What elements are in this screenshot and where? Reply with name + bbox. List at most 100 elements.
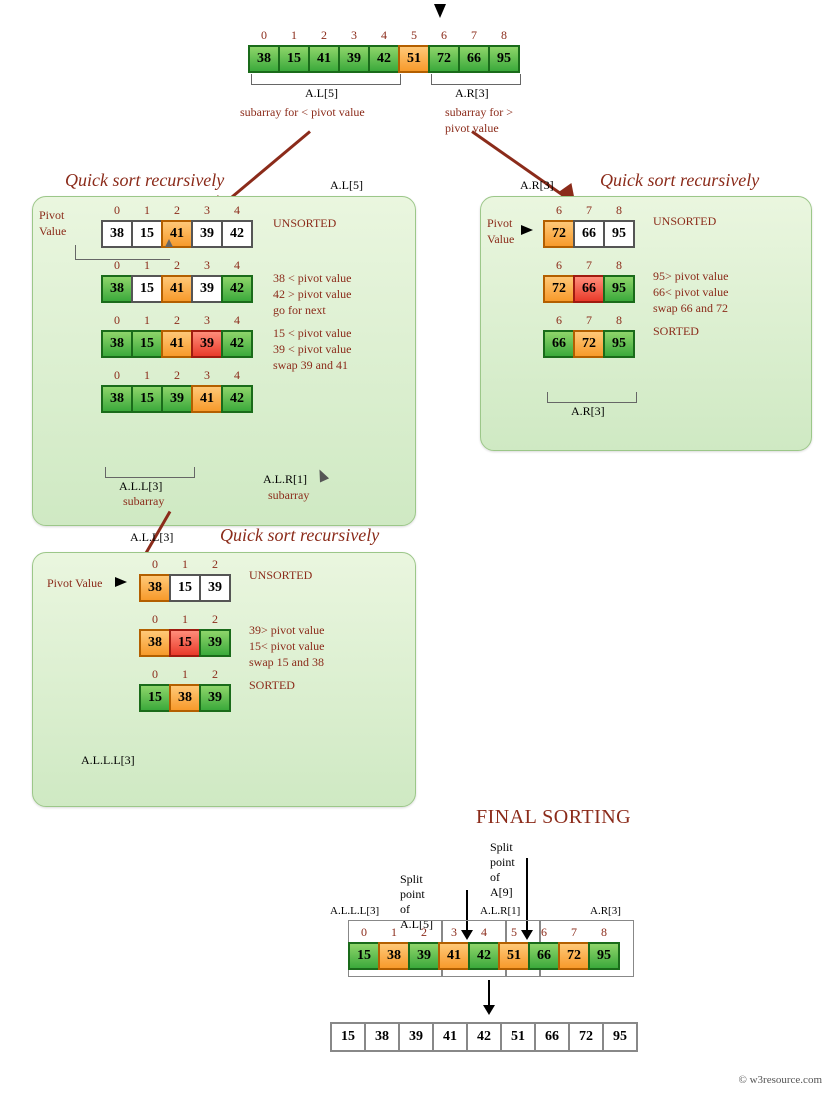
- top-cells: 381541394251726695: [250, 45, 520, 73]
- array-cell: 51: [500, 1022, 536, 1052]
- top-right-bracket-label: A.R[3]: [455, 86, 489, 101]
- array-cell: 42: [221, 385, 253, 413]
- panelLL-bottom: A.L.L.L[3]: [81, 753, 135, 768]
- array-cell: 95: [603, 220, 635, 248]
- panelL-bottom-right: A.L.R[1]: [263, 472, 307, 487]
- final-grpL: A.L.L.L[3]: [330, 905, 379, 917]
- array-cell: 51: [498, 942, 530, 970]
- array-cell: 15: [330, 1022, 366, 1052]
- array-cell: 95: [603, 275, 635, 303]
- array-cell: 42: [468, 942, 500, 970]
- top-indices: 012345678: [250, 28, 520, 43]
- panelL-bottom-right-arrow: [315, 467, 329, 482]
- array-cell: 15: [278, 45, 310, 73]
- final-grpR: A.R[3]: [590, 905, 621, 917]
- top-left-note: subarray for < pivot value: [240, 104, 365, 120]
- panelL-rows: 01234 3815413942 UNSORTED 01234 38154139…: [103, 203, 253, 423]
- array-cell: 41: [161, 330, 193, 358]
- array-cell: 39: [191, 220, 223, 248]
- array-cell: 39: [199, 684, 231, 712]
- panelR-bottom: A.R[3]: [571, 404, 605, 419]
- panelLL-header-label: A.L.L[3]: [130, 530, 173, 545]
- array-cell: 42: [368, 45, 400, 73]
- final-title: FINAL SORTING: [476, 806, 631, 829]
- panel-right: Pivot Value 678 726695 UNSORTED 678 7266…: [480, 196, 812, 451]
- array-cell: 42: [221, 220, 253, 248]
- array-cell: 66: [528, 942, 560, 970]
- pivot-arrow-LL-icon: [115, 577, 127, 587]
- panel-left: Pivot Value 01234 3815413942 UNSORTED 01…: [32, 196, 416, 526]
- array-cell: 38: [364, 1022, 400, 1052]
- array-cell: 51: [398, 45, 430, 73]
- panelR-rows: 678 726695 UNSORTED 678 726695 95> pivot…: [545, 203, 635, 368]
- bracket-right: [431, 74, 521, 85]
- array-cell: 95: [602, 1022, 638, 1052]
- array-cell: 38: [101, 220, 133, 248]
- final-indices: 012345678: [350, 925, 620, 940]
- array-cell: 38: [378, 942, 410, 970]
- top-right-note: subarray for > pivot value: [445, 104, 520, 136]
- array-cell: 38: [101, 275, 133, 303]
- final-down-arrow-line: [488, 980, 490, 1008]
- array-cell: 39: [338, 45, 370, 73]
- pivot-arrow-head: [165, 239, 173, 247]
- pivot-label-R: Pivot Value: [487, 215, 514, 247]
- panelLL-title: Quick sort recursively: [220, 525, 379, 546]
- array-cell: 95: [588, 942, 620, 970]
- array-cell: 39: [191, 275, 223, 303]
- bracket-left: [251, 74, 401, 85]
- array-cell: 95: [488, 45, 520, 73]
- array-cell: 41: [438, 942, 470, 970]
- array-cell: 42: [221, 275, 253, 303]
- array-cell: 72: [428, 45, 460, 73]
- pivot-arrow-hook: [75, 245, 170, 260]
- panel-left-left: Pivot Value 012 381539 UNSORTED 012 3815…: [32, 552, 416, 807]
- array-cell: 15: [169, 629, 201, 657]
- panelL-bottom-left-bracket: [105, 467, 195, 478]
- array-cell: 66: [534, 1022, 570, 1052]
- top-left-bracket-label: A.L[5]: [305, 86, 338, 101]
- array-cell: 66: [573, 275, 605, 303]
- panelLL-rows: 012 381539 UNSORTED 012 381539 39> pivot…: [141, 557, 231, 722]
- array-cell: 15: [131, 275, 163, 303]
- pivot-label-L: Pivot Value: [39, 207, 66, 239]
- panelL-header-label: A.L[5]: [330, 178, 363, 193]
- array-cell: 72: [558, 942, 590, 970]
- array-cell: 72: [568, 1022, 604, 1052]
- footer-credit: © w3resource.com: [739, 1074, 823, 1086]
- array-cell: 39: [161, 385, 193, 413]
- array-cell: 42: [221, 330, 253, 358]
- array-cell: 39: [408, 942, 440, 970]
- array-cell: 72: [573, 330, 605, 358]
- array-cell: 38: [248, 45, 280, 73]
- array-cell: 15: [348, 942, 380, 970]
- panelR-header-label: A.R[3]: [520, 178, 554, 193]
- array-cell: 15: [131, 220, 163, 248]
- final-result-row: 153839414251667295: [332, 1022, 638, 1052]
- array-cell: 38: [139, 574, 171, 602]
- pivot-label-LL: Pivot Value: [47, 575, 102, 591]
- array-cell: 15: [131, 385, 163, 413]
- array-cell: 15: [169, 574, 201, 602]
- array-cell: 39: [398, 1022, 434, 1052]
- panelR-bottom-bracket: [547, 392, 637, 403]
- array-cell: 38: [139, 629, 171, 657]
- final-down-arrow-head-icon: [483, 1005, 495, 1015]
- panelR-title: Quick sort recursively: [600, 170, 759, 191]
- array-cell: 66: [458, 45, 490, 73]
- array-cell: 95: [603, 330, 635, 358]
- array-cell: 66: [573, 220, 605, 248]
- panelL-bottom-left-sub: subarray: [123, 493, 164, 509]
- array-cell: 72: [543, 275, 575, 303]
- array-cell: 15: [131, 330, 163, 358]
- array-cell: 38: [169, 684, 201, 712]
- array-cell: 15: [139, 684, 171, 712]
- array-cell: 42: [466, 1022, 502, 1052]
- final-cells: 153839414251667295: [350, 942, 620, 970]
- panelL-title: Quick sort recursively: [65, 170, 224, 191]
- array-cell: 39: [199, 629, 231, 657]
- array-cell: 72: [543, 220, 575, 248]
- array-cell: 38: [101, 330, 133, 358]
- entry-arrow-icon: [434, 4, 446, 18]
- panelL-bottom-left: A.L.L[3]: [119, 479, 162, 494]
